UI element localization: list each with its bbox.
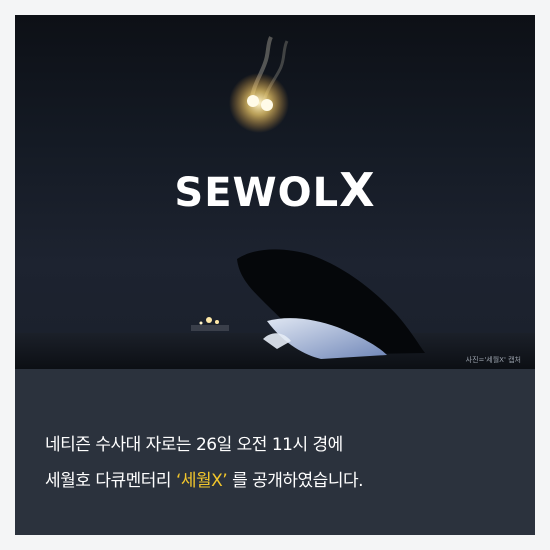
caption-line-1: 네티즌 수사대 자로는 26일 오전 11시 경에 <box>45 435 343 455</box>
photo-credit: 사진='세월X' 캡처 <box>465 356 521 364</box>
sewolx-logo: SEWOLX <box>15 163 535 217</box>
caption-line-2-start: 세월호 다큐멘터리 <box>45 471 176 491</box>
flare-glow <box>229 73 289 133</box>
sewol-photo: SEWOLX 사진='세월X' 캡처 <box>15 15 535 369</box>
rescue-boat <box>191 325 229 331</box>
news-card: SEWOLX 사진='세월X' 캡처 네티즌 수사대 자로는 26일 오전 11… <box>15 15 535 535</box>
logo-text: SEWOL <box>174 170 340 216</box>
caption-line-2: 세월호 다큐멘터리 ‘세월X’ 를 공개하였습니다. <box>45 466 364 491</box>
documentary-title-highlight: ‘세월X’ <box>175 471 228 491</box>
caption-panel: 네티즌 수사대 자로는 26일 오전 11시 경에 세월호 다큐멘터리 ‘세월X… <box>15 369 535 535</box>
caption-line-2-end: 를 공개하였습니다. <box>227 471 364 491</box>
logo-x: X <box>339 163 376 217</box>
